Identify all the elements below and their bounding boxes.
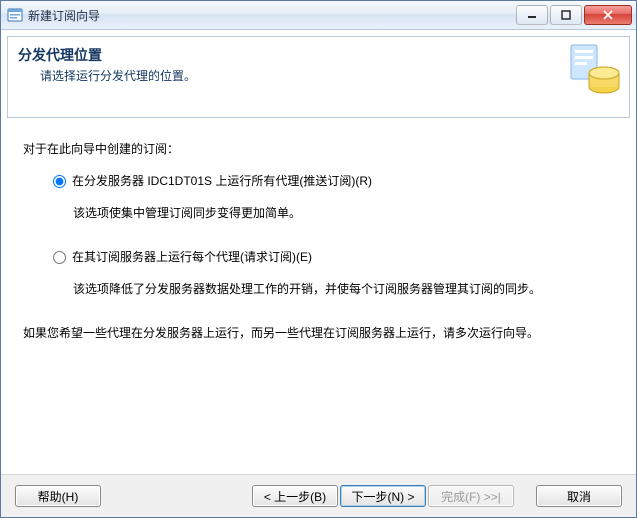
back-button[interactable]: < 上一步(B) bbox=[252, 485, 338, 507]
wizard-body: 对于在此向导中创建的订阅： 在分发服务器 IDC1DT01S 上运行所有代理(推… bbox=[1, 124, 636, 474]
option-pull-row[interactable]: 在其订阅服务器上运行每个代理(请求订阅)(E) bbox=[53, 248, 614, 266]
wizard-header: 分发代理位置 请选择运行分发代理的位置。 bbox=[7, 36, 630, 118]
option-push: 在分发服务器 IDC1DT01S 上运行所有代理(推送订阅)(R) 该选项使集中… bbox=[53, 172, 614, 222]
wizard-icon bbox=[567, 41, 623, 100]
note-text: 如果您希望一些代理在分发服务器上运行，而另一些代理在订阅服务器上运行，请多次运行… bbox=[23, 324, 614, 342]
option-push-label: 在分发服务器 IDC1DT01S 上运行所有代理(推送订阅)(R) bbox=[72, 172, 372, 190]
next-button[interactable]: 下一步(N) > bbox=[340, 485, 426, 507]
maximize-button[interactable] bbox=[550, 5, 582, 25]
app-icon bbox=[7, 7, 23, 23]
wizard-footer: 帮助(H) < 上一步(B) 下一步(N) > 完成(F) >>| 取消 bbox=[1, 474, 636, 517]
cancel-button[interactable]: 取消 bbox=[536, 485, 622, 507]
radio-push[interactable] bbox=[53, 175, 66, 188]
titlebar: 新建订阅向导 bbox=[1, 1, 636, 30]
option-pull: 在其订阅服务器上运行每个代理(请求订阅)(E) 该选项降低了分发服务器数据处理工… bbox=[53, 248, 614, 298]
window-title: 新建订阅向导 bbox=[28, 7, 516, 24]
minimize-button[interactable] bbox=[516, 5, 548, 25]
option-push-desc: 该选项使集中管理订阅同步变得更加简单。 bbox=[73, 204, 614, 222]
option-pull-desc: 该选项降低了分发服务器数据处理工作的开销，并使每个订阅服务器管理其订阅的同步。 bbox=[73, 280, 614, 298]
help-button[interactable]: 帮助(H) bbox=[15, 485, 101, 507]
option-pull-label: 在其订阅服务器上运行每个代理(请求订阅)(E) bbox=[72, 248, 312, 266]
intro-text: 对于在此向导中创建的订阅： bbox=[23, 140, 614, 158]
header-subtitle: 请选择运行分发代理的位置。 bbox=[40, 67, 196, 84]
wizard-window: 新建订阅向导 分发代理位置 请选择运行分发代理的位置。 bbox=[0, 0, 637, 518]
header-title: 分发代理位置 bbox=[18, 45, 196, 65]
close-button[interactable] bbox=[584, 5, 632, 25]
radio-pull[interactable] bbox=[53, 251, 66, 264]
option-push-row[interactable]: 在分发服务器 IDC1DT01S 上运行所有代理(推送订阅)(R) bbox=[53, 172, 614, 190]
finish-button[interactable]: 完成(F) >>| bbox=[428, 485, 514, 507]
